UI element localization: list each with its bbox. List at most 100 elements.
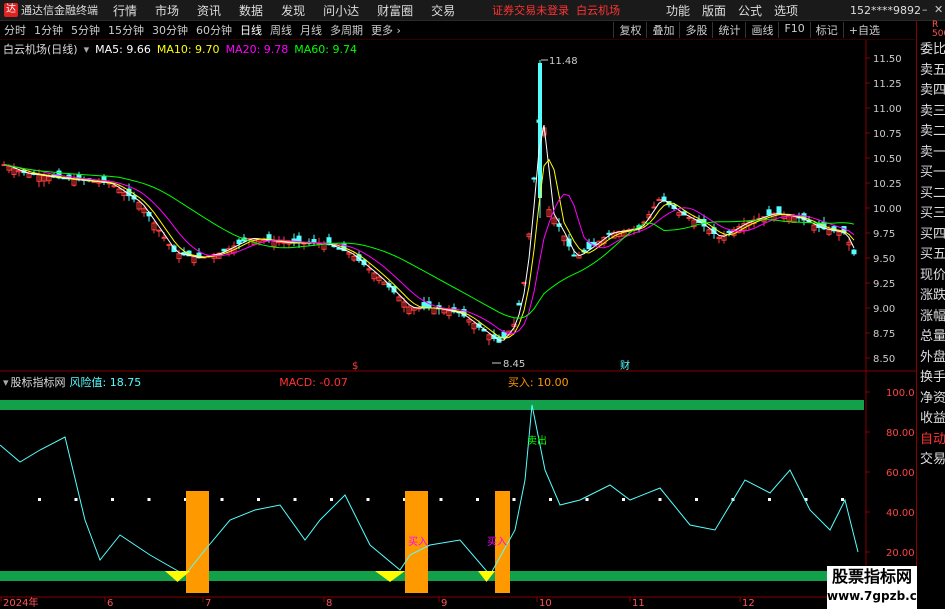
sidebar-item[interactable]: 买一	[917, 163, 945, 184]
candle-body	[571, 254, 577, 257]
sidebar-badge[interactable]: R500	[917, 21, 945, 40]
candle-body	[851, 249, 857, 255]
time-label: 8	[326, 598, 332, 609]
buy-value: 买入: 10.00	[507, 376, 569, 389]
level-dot	[585, 498, 589, 501]
candle-body	[766, 209, 772, 216]
sidebar-item[interactable]: 买二	[917, 184, 945, 205]
price-label: 10.75	[873, 129, 902, 140]
price-label: 8.50	[873, 354, 895, 365]
candle-body	[516, 302, 522, 306]
level-dot	[658, 498, 662, 501]
price-label: 11.25	[873, 79, 902, 90]
candle-body	[221, 248, 227, 252]
sell-label: 卖出	[527, 434, 547, 447]
sidebar-item[interactable]: 买三	[917, 204, 945, 225]
sidebar-item[interactable]: 收益	[917, 409, 945, 430]
price-label: 9.75	[873, 229, 895, 240]
candle-body	[156, 229, 162, 232]
level-dot	[330, 498, 333, 501]
right-sidebar: R500 委比卖五卖四卖三卖二卖一买一买二买三买四买五现价涨跌涨幅总量外盘换手净…	[916, 21, 945, 609]
candle-body	[776, 206, 782, 215]
watermark-line2: www.7gpzb.com	[827, 589, 938, 603]
time-label: 2024年	[3, 596, 38, 609]
candle-body	[111, 185, 117, 188]
level-dot	[476, 498, 479, 501]
candle-body	[726, 230, 732, 234]
level-dot	[220, 498, 224, 501]
price-label: 9.50	[873, 254, 895, 265]
dropdown-icon[interactable]: ▾	[3, 376, 9, 389]
sidebar-item[interactable]: 涨跌	[917, 286, 945, 307]
ma-legend: 白云机场(日线) ▾ MA5: 9.66 MA10: 9.70 MA20: 9.…	[3, 41, 357, 57]
indicator-name[interactable]: 股标指标网	[11, 374, 66, 390]
top-band	[0, 400, 864, 410]
level-dot	[622, 498, 625, 501]
marker-s: $	[352, 361, 358, 372]
ma5-value: MA5: 9.66	[95, 42, 151, 56]
level-dot	[695, 498, 698, 501]
sidebar-item[interactable]: 总量	[917, 327, 945, 348]
time-label: 6	[107, 598, 113, 609]
sidebar-item[interactable]: 买四	[917, 225, 945, 246]
price-label: 9.00	[873, 304, 895, 315]
sidebar-item[interactable]: 委比	[917, 40, 945, 61]
candle-body	[686, 217, 692, 219]
watermark-line1: 股票指标网	[831, 567, 912, 586]
level-dot	[549, 498, 552, 501]
chart-canvas[interactable]: 11.50 11.25 11.00 10.75 10.50 10.25 10.00 9.75 9…	[0, 0, 945, 609]
candle-body	[531, 177, 537, 180]
time-label: 7	[205, 598, 211, 609]
price-label: 11.50	[873, 54, 902, 65]
sidebar-item[interactable]: 现价	[917, 266, 945, 287]
sidebar-item[interactable]: 卖二	[917, 122, 945, 143]
dropdown-icon[interactable]: ▾	[84, 43, 90, 56]
risk-value: 风险值: 18.75	[69, 376, 142, 389]
ma60-value: MA60: 9.74	[294, 42, 357, 56]
ind-label: 80.00	[886, 428, 915, 439]
indicator-legend: ▾ 股标指标网 风险值: 18.75 MACD: -0.07 买入: 10.00	[3, 374, 569, 390]
level-dot	[293, 498, 297, 501]
ind-label: 100.0	[886, 388, 915, 399]
candle-body	[501, 331, 507, 339]
time-label: 9	[441, 598, 447, 609]
sidebar-item[interactable]: 换手	[917, 368, 945, 389]
sidebar-item[interactable]: 卖三	[917, 102, 945, 123]
sidebar-item[interactable]: 涨幅	[917, 307, 945, 328]
candle-body	[236, 239, 242, 244]
buy-label: 买入	[408, 536, 428, 548]
marker-cai: 财	[620, 359, 630, 372]
site-watermark: 股票指标网 www.7gpzb.com	[827, 566, 938, 609]
ma10-value: MA10: 9.70	[156, 42, 220, 56]
ind-label: 40.00	[886, 508, 915, 519]
level-dot	[74, 498, 78, 501]
level-dot	[512, 498, 516, 501]
sidebar-item[interactable]: 自动	[917, 430, 945, 451]
sidebar-item[interactable]: 交易	[917, 450, 945, 471]
price-label: 10.50	[873, 154, 902, 165]
indicator-line	[0, 404, 859, 576]
ind-label: 20.00	[886, 548, 915, 559]
level-dot	[366, 498, 370, 501]
time-label: 10	[539, 598, 552, 609]
buy-label: 买入	[487, 536, 507, 548]
signal-bar	[186, 491, 209, 593]
candle-body	[166, 243, 172, 246]
sidebar-item[interactable]: 卖四	[917, 81, 945, 102]
price-label: 9.25	[873, 279, 895, 290]
level-dot	[257, 498, 260, 501]
ma10-line	[3, 158, 855, 339]
price-label: 10.00	[873, 204, 902, 215]
ma20-value: MA20: 9.78	[225, 42, 289, 56]
sidebar-item[interactable]: 卖五	[917, 61, 945, 82]
level-dot	[38, 498, 41, 501]
sidebar-item[interactable]: 卖一	[917, 143, 945, 164]
sidebar-item[interactable]: 买五	[917, 245, 945, 266]
sidebar-item[interactable]: 外盘	[917, 348, 945, 369]
price-label: 10.25	[873, 179, 902, 190]
time-label: 12	[742, 598, 755, 609]
sidebar-item[interactable]: 净资	[917, 389, 945, 410]
candle-body	[656, 199, 662, 201]
level-dot	[147, 498, 151, 501]
bottom-band	[0, 571, 864, 581]
